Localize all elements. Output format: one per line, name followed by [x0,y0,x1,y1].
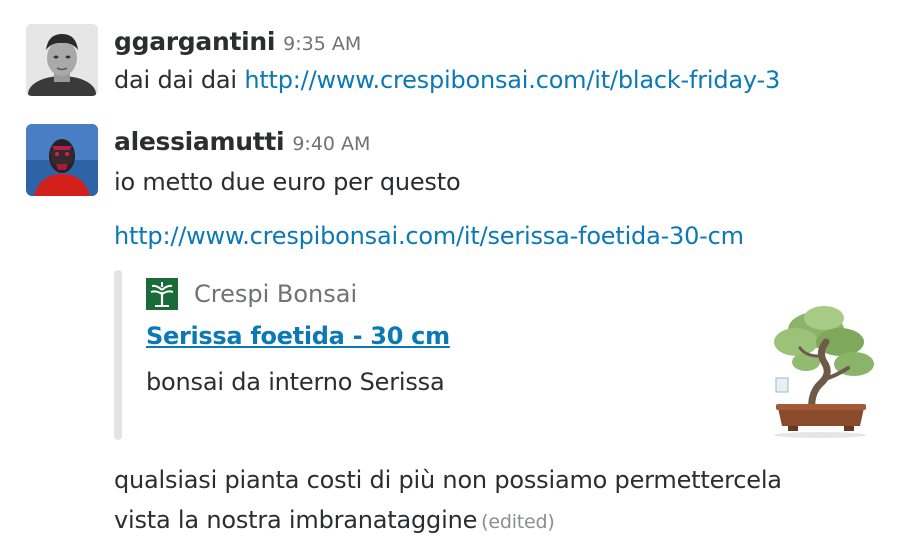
message-text-followup-2-content: vista la nostra imbranataggine [114,506,478,534]
message-text-prefix: dai dai dai [114,66,245,94]
attachment-service: Crespi Bonsai [146,278,357,310]
attachment-description: bonsai da interno Serissa [146,368,445,396]
attachment-service-name[interactable]: Crespi Bonsai [194,280,357,308]
message-header: ggargantini 9:35 AM [114,26,904,58]
message-header: alessiamutti 9:40 AM [114,126,904,158]
attachment-bar [114,270,122,440]
avatar-alessiamutti[interactable] [26,124,98,196]
attachment-thumbnail[interactable] [754,290,884,440]
message-ggargantini: ggargantini 9:35 AM dai dai dai http://ww… [0,0,914,110]
edited-label: (edited) [481,511,555,533]
message-text: dai dai dai http://www.crespibonsai.com/… [114,60,904,100]
message-text-followup-2: vista la nostra imbranataggine (edited) [114,500,904,542]
message-text: io metto due euro per questo [114,168,461,196]
sender-name[interactable]: ggargantini [114,27,275,56]
bonsai-image [774,306,874,438]
message-text-followup-1: qualsiasi pianta costi di più non possia… [114,466,782,494]
message-link[interactable]: http://www.crespibonsai.com/it/black-fri… [244,66,780,94]
timestamp[interactable]: 9:35 AM [283,33,361,55]
avatar-image [26,124,98,196]
attachment-title-link[interactable]: Serissa foetida - 30 cm [146,322,450,350]
link-preview-attachment: Crespi Bonsai Serissa foetida - 30 cm bo… [114,270,894,440]
timestamp[interactable]: 9:40 AM [292,133,370,155]
avatar-image [26,24,98,96]
crespi-bonsai-logo-icon [146,278,178,310]
message-link[interactable]: http://www.crespibonsai.com/it/serissa-f… [114,222,744,250]
avatar-ggargantini[interactable] [26,24,98,96]
message-link-line: http://www.crespibonsai.com/it/serissa-f… [114,216,904,256]
sender-name[interactable]: alessiamutti [114,127,285,156]
message-alessiamutti: alessiamutti 9:40 AM io metto due euro pe… [0,110,914,558]
